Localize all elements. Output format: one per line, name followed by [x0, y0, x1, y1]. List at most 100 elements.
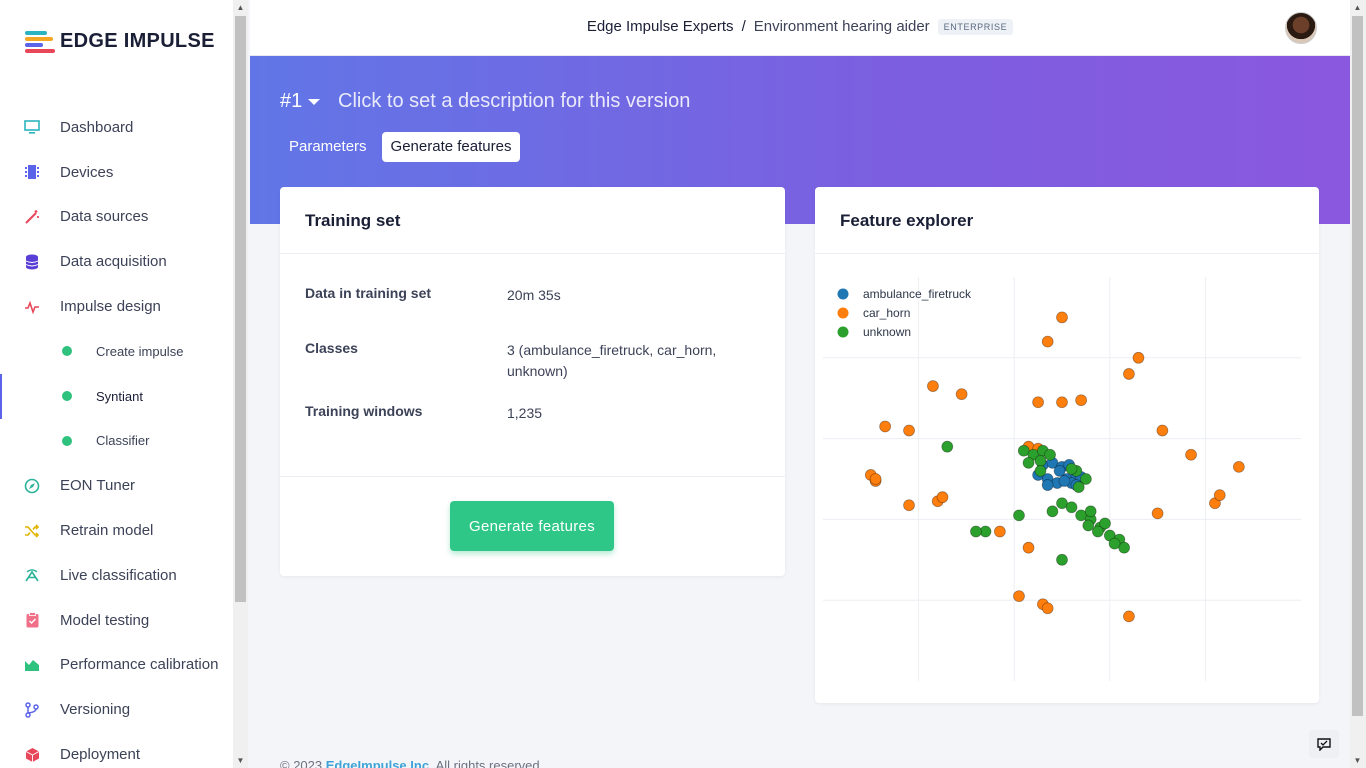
scatter-point[interactable]	[1053, 465, 1066, 477]
scatter-point[interactable]	[879, 420, 892, 433]
chip-icon	[24, 164, 40, 180]
legend-marker[interactable]	[837, 326, 849, 338]
scatter-point[interactable]	[869, 473, 882, 485]
scatter-point[interactable]	[1041, 335, 1054, 348]
scatter-point[interactable]	[1091, 525, 1104, 538]
tab-generate-features[interactable]: Generate features	[381, 132, 521, 162]
row-value: 1,235	[507, 405, 543, 421]
feature-explorer-plot[interactable]: ambulance_firetruck car_hornunknown	[823, 277, 1311, 681]
scatter-point[interactable]	[1185, 448, 1197, 461]
caret-down-icon	[308, 98, 321, 105]
branch-icon	[24, 702, 40, 718]
scatter-point[interactable]	[941, 440, 954, 453]
scatter-point[interactable]	[1034, 454, 1047, 467]
sidebar-item-label: Create impulse	[96, 343, 184, 359]
scatter-point[interactable]	[1056, 553, 1068, 566]
legend-label[interactable]: unknown	[863, 325, 911, 339]
sidebar-item-syntiant[interactable]: Syntiant	[0, 373, 233, 419]
sidebar-item-versioning[interactable]: Versioning	[0, 687, 233, 732]
scatter-point[interactable]	[1213, 489, 1226, 502]
sidebar-item-create-impulse[interactable]: Create impulse	[0, 329, 233, 374]
scatter-point[interactable]	[1123, 610, 1135, 623]
scatter-point[interactable]	[1156, 424, 1169, 437]
scatter-point[interactable]	[1065, 501, 1078, 514]
scatter-point[interactable]	[1072, 481, 1085, 493]
scatter-point[interactable]	[1151, 507, 1164, 520]
scatter-point[interactable]	[1084, 505, 1097, 518]
legend-label[interactable]: ambulance_firetruck	[863, 287, 972, 301]
sidebar-item-classifier[interactable]: Classifier	[0, 419, 233, 464]
scatter-point[interactable]	[1132, 351, 1145, 364]
scroll-down-icon[interactable]: ▼	[233, 753, 248, 768]
sidebar-item-retrain-model[interactable]: Retrain model	[0, 508, 233, 553]
scatter-point[interactable]	[1056, 311, 1068, 324]
scatter-point[interactable]	[1046, 505, 1059, 518]
legend-marker[interactable]	[837, 307, 849, 319]
sidebar-item-impulse-design[interactable]: Impulse design	[0, 284, 233, 329]
legend-marker[interactable]	[837, 288, 849, 300]
scatter-point[interactable]	[927, 380, 939, 392]
dot-icon	[62, 346, 72, 357]
scatter-point[interactable]	[1013, 590, 1025, 603]
scatter-point[interactable]	[1041, 602, 1054, 615]
main-scroll-down-icon[interactable]: ▼	[1350, 753, 1365, 768]
scatter-point[interactable]	[903, 424, 915, 437]
scatter-point[interactable]	[1108, 537, 1121, 550]
scatter-point[interactable]	[1034, 465, 1047, 477]
main-scrollbar[interactable]: ▲ ▼	[1350, 0, 1366, 768]
scatter-point[interactable]	[1022, 456, 1035, 469]
scatter-point[interactable]	[1082, 519, 1095, 532]
main-scroll-thumb[interactable]	[1352, 16, 1363, 716]
scatter-point[interactable]	[993, 525, 1006, 538]
scatter-point[interactable]	[903, 499, 915, 512]
clipboard-icon	[24, 612, 40, 628]
sidebar-item-eon-tuner[interactable]: EON Tuner	[0, 463, 233, 508]
breadcrumb-org[interactable]: Edge Impulse Experts	[587, 18, 734, 35]
sidebar-scroll-thumb[interactable]	[235, 16, 246, 602]
feedback-icon[interactable]	[1309, 730, 1339, 758]
sidebar-item-devices[interactable]: Devices	[0, 150, 233, 195]
scatter-point[interactable]	[1013, 509, 1025, 522]
scroll-up-icon[interactable]: ▲	[233, 0, 248, 15]
version-description[interactable]: Click to set a description for this vers…	[338, 90, 690, 113]
sidebar-item-label: Versioning	[60, 701, 131, 719]
sidebar: EDGE IMPULSE Dashboard Devices Data source…	[0, 0, 233, 768]
breadcrumb: Edge Impulse Experts / Environment hearing…	[250, 18, 1350, 36]
generate-features-button[interactable]: Generate features	[450, 501, 614, 551]
scatter-point[interactable]	[936, 491, 949, 504]
scatter-point[interactable]	[970, 525, 982, 538]
version-selector[interactable]: #1	[280, 90, 321, 113]
sidebar-item-dashboard[interactable]: Dashboard	[0, 105, 233, 150]
sidebar-item-data-sources[interactable]: Data sources	[0, 195, 233, 240]
scatter-point[interactable]	[1123, 368, 1135, 380]
sidebar-nav: Dashboard Devices Data sources Data acquisi…	[0, 105, 233, 768]
legend-label[interactable]: car_horn	[863, 306, 910, 320]
footer-company-link[interactable]: EdgeImpulse Inc.	[326, 758, 433, 768]
brand-logo[interactable]: EDGE IMPULSE	[25, 30, 215, 53]
scatter-point[interactable]	[1022, 541, 1035, 554]
sidebar-item-deployment[interactable]: Deployment	[0, 732, 233, 768]
card-divider	[280, 476, 785, 477]
sidebar-item-label: Deployment	[60, 746, 141, 764]
scatter-point[interactable]	[1041, 479, 1054, 491]
sidebar-item-label: Data acquisition	[60, 253, 167, 271]
scatter-point[interactable]	[1056, 396, 1068, 409]
sidebar-item-label: Classifier	[96, 433, 150, 449]
tab-parameters[interactable]: Parameters	[280, 132, 376, 162]
sidebar-scrollbar[interactable]: ▲ ▼	[233, 0, 248, 768]
main-scroll-up-icon[interactable]: ▲	[1350, 0, 1365, 15]
scatter-point[interactable]	[1232, 460, 1245, 473]
plan-badge: ENTERPRISE	[937, 19, 1014, 36]
sidebar-item-performance-calibration[interactable]: Performance calibration	[0, 643, 233, 688]
sidebar-item-model-testing[interactable]: Model testing	[0, 598, 233, 643]
sidebar-item-live-classification[interactable]: Live classification	[0, 553, 233, 598]
user-avatar[interactable]	[1285, 12, 1317, 44]
sidebar-item-data-acquisition[interactable]: Data acquisition	[0, 239, 233, 284]
scatter-point[interactable]	[1065, 462, 1078, 475]
breadcrumb-project[interactable]: Environment hearing aider	[754, 18, 930, 35]
scatter-point[interactable]	[955, 388, 968, 401]
scatter-point[interactable]	[1075, 394, 1088, 407]
scatter-point[interactable]	[1044, 448, 1056, 461]
scatter-point[interactable]	[1032, 396, 1045, 409]
scatter-point[interactable]	[1058, 475, 1071, 487]
